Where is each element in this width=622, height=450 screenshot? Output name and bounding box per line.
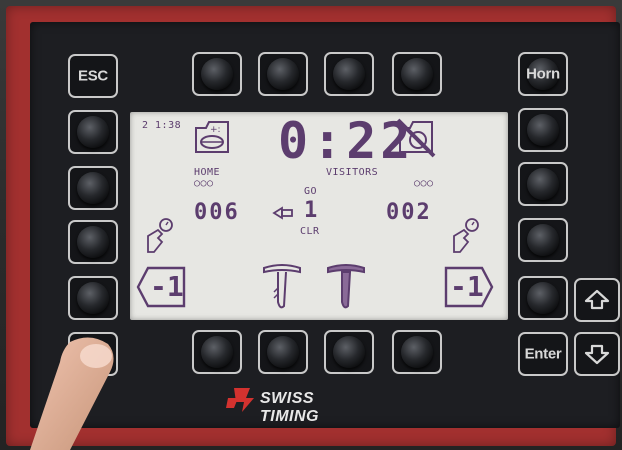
possession-arrow-left-icon: [272, 206, 293, 220]
go-label: GO: [304, 186, 318, 197]
button-dome: [267, 336, 299, 368]
button-dome: [527, 114, 559, 146]
home-minus-one-key: -1: [136, 266, 186, 308]
possession-value: 1: [304, 198, 320, 223]
svg-text:+:: +:: [210, 125, 221, 135]
left-softkey-4[interactable]: [68, 276, 118, 320]
hand-t-icon: [327, 264, 365, 309]
button-dome: [267, 58, 299, 90]
bottom-softkey-2[interactable]: [258, 330, 308, 374]
button-dome: [527, 168, 559, 200]
top-softkey-3[interactable]: [324, 52, 374, 96]
esc-button[interactable]: ESC: [68, 54, 118, 98]
finger: [30, 337, 114, 450]
timeout-cancelled-icon: [396, 118, 436, 158]
bottom-softkey-1[interactable]: [192, 330, 242, 374]
visitors-minus-one-key: -1: [444, 266, 494, 308]
esc-label: ESC: [78, 67, 108, 85]
horn-button[interactable]: Horn: [518, 52, 568, 96]
brand-name: SWISS TIMING: [260, 390, 319, 425]
home-label: HOME: [194, 167, 221, 178]
swiss-timing-logo-icon: [226, 388, 254, 412]
horn-label: Horn: [526, 65, 560, 83]
main-clock: 0:22: [278, 112, 415, 170]
top-softkey-4[interactable]: [392, 52, 442, 96]
home-score: 006: [194, 200, 240, 225]
photo-stage: ESC ft Horn Enter 2 1:38: [0, 0, 622, 450]
button-dome: [333, 336, 365, 368]
stopwatch-hand-icon: [453, 218, 479, 253]
button-dome: [201, 336, 233, 368]
home-fouls: ○○○: [194, 178, 214, 189]
button-dome: [201, 58, 233, 90]
arrow-up-icon: [584, 289, 610, 310]
top-softkey-2[interactable]: [258, 52, 308, 96]
button-dome: [77, 282, 109, 314]
right-softkey-1[interactable]: [518, 108, 568, 152]
lcd-display: 2 1:38 +: 0:22 HOME VISITORS ○○○ ○○○ GO …: [130, 112, 508, 320]
clr-label: CLR: [300, 226, 320, 237]
left-softkey-2[interactable]: [68, 166, 118, 210]
button-dome: [527, 224, 559, 256]
button-dome: [77, 116, 109, 148]
button-dome: [401, 336, 433, 368]
right-softkey-2[interactable]: [518, 162, 568, 206]
visitors-minus-one: -1: [450, 270, 484, 303]
visitors-label: VISITORS: [326, 167, 379, 178]
home-minus-one: -1: [150, 270, 184, 303]
period-clock: 2 1:38: [142, 120, 182, 131]
enter-button[interactable]: Enter: [518, 332, 568, 376]
arrow-down-icon: [584, 344, 610, 365]
hand-t-icon: [263, 264, 301, 309]
up-arrow-button[interactable]: [574, 278, 620, 322]
bottom-softkey-3[interactable]: [324, 330, 374, 374]
right-softkey-3[interactable]: [518, 218, 568, 262]
button-dome: [77, 226, 109, 258]
top-softkey-1[interactable]: [192, 52, 242, 96]
button-dome: [333, 58, 365, 90]
button-dome: [527, 282, 559, 314]
down-arrow-button[interactable]: [574, 332, 620, 376]
bottom-softkey-4[interactable]: [392, 330, 442, 374]
timeout-icon: +:: [195, 121, 229, 153]
button-dome: [401, 58, 433, 90]
left-softkey-1[interactable]: [68, 110, 118, 154]
right-softkey-4[interactable]: [518, 276, 568, 320]
stopwatch-hand-icon: [147, 218, 173, 253]
left-softkey-3[interactable]: [68, 220, 118, 264]
enter-label: Enter: [524, 345, 562, 363]
visitors-score: 002: [386, 200, 432, 225]
button-dome: [77, 172, 109, 204]
visitors-fouls: ○○○: [414, 178, 434, 189]
